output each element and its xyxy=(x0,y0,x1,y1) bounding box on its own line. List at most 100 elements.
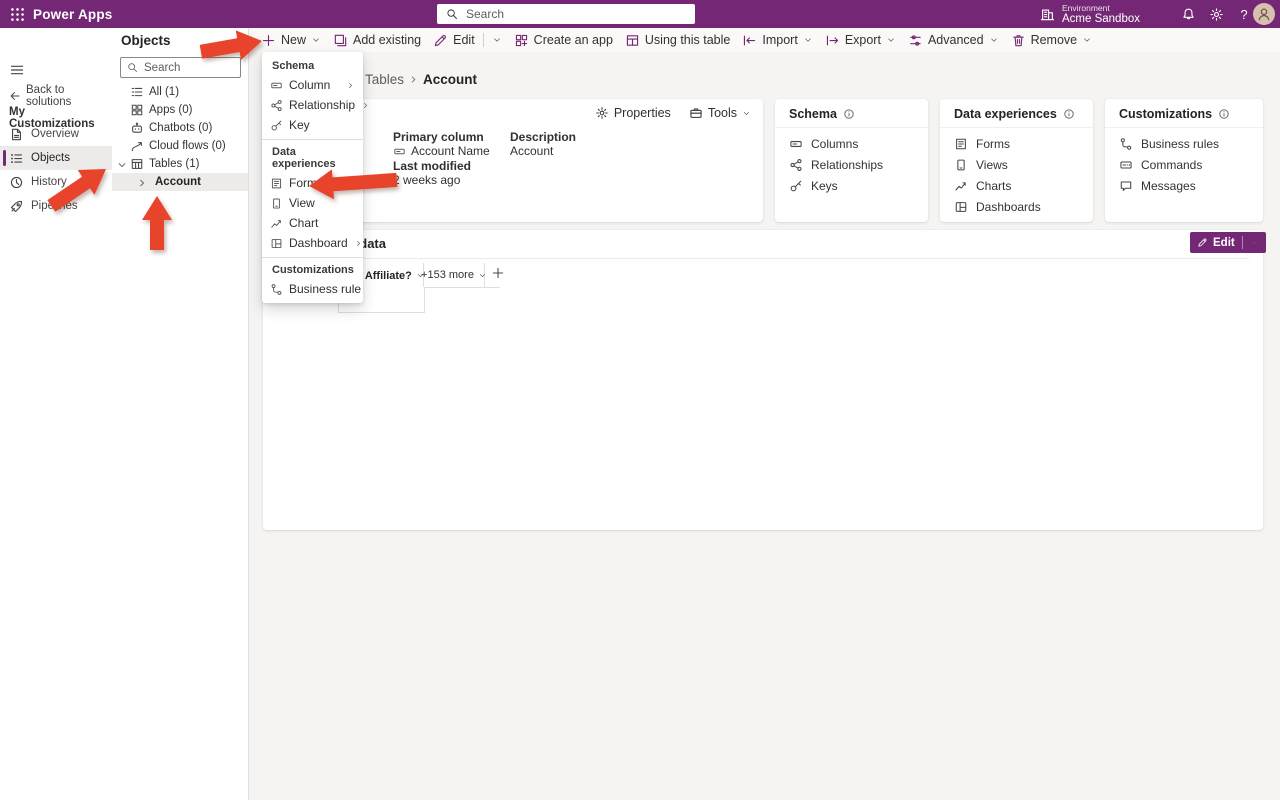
menu-section-data-experiences: Data experiences xyxy=(262,140,363,173)
menu-item-dashboard[interactable]: Dashboard xyxy=(262,233,363,253)
command-import[interactable]: Import xyxy=(737,28,817,52)
dashboard-icon xyxy=(270,237,283,250)
dashboard-icon xyxy=(954,200,968,214)
command-create-an-app[interactable]: Create an app xyxy=(509,28,618,52)
back-to-solutions-link[interactable]: Back to solutions xyxy=(9,84,112,108)
card-link-charts[interactable]: Charts xyxy=(940,175,1093,196)
apps-icon xyxy=(130,103,144,117)
menu-section-customizations: Customizations xyxy=(262,258,363,279)
breadcrumb-tables[interactable]: Tables xyxy=(365,72,404,87)
last-modified-value: 2 weeks ago xyxy=(393,173,460,187)
add-column-button[interactable] xyxy=(491,266,505,285)
tree-item-all[interactable]: All (1) xyxy=(112,83,248,101)
command-edit[interactable]: Edit xyxy=(428,28,507,52)
command-using-this-table[interactable]: Using this table xyxy=(620,28,735,52)
business-rule-icon xyxy=(270,283,283,296)
command-new[interactable]: New xyxy=(256,28,326,52)
card-link-forms[interactable]: Forms xyxy=(940,133,1093,154)
command-bar: New Add existing Edit Create an app Usin… xyxy=(248,28,1280,52)
customizations-card: Customizations Business rulesCommandsMes… xyxy=(1105,99,1263,222)
command-export[interactable]: Export xyxy=(820,28,901,52)
menu-item-key[interactable]: Key xyxy=(262,115,363,135)
notifications-button[interactable] xyxy=(1174,0,1202,28)
menu-item-chart[interactable]: Chart xyxy=(262,213,363,233)
collapse-nav-button[interactable] xyxy=(6,59,28,81)
chart-icon xyxy=(954,179,968,193)
chevron-down-icon xyxy=(478,271,487,280)
columns-and-data-card: Account columns and data Edit Is Affilia… xyxy=(263,230,1263,530)
new-dropdown-menu: Schema Column Relationship Key Data expe… xyxy=(262,52,363,303)
chevron-down-icon xyxy=(492,35,502,45)
create-app-icon xyxy=(514,33,529,48)
card-link-relationships[interactable]: Relationships xyxy=(775,154,928,175)
plus-icon xyxy=(261,33,276,48)
advanced-icon xyxy=(908,33,923,48)
settings-button[interactable] xyxy=(1202,0,1230,28)
edit-icon xyxy=(433,33,448,48)
schema-card: Schema ColumnsRelationshipsKeys xyxy=(775,99,928,222)
tables-icon xyxy=(130,157,144,171)
command-advanced[interactable]: Advanced xyxy=(903,28,1004,52)
card-link-keys[interactable]: Keys xyxy=(775,175,928,196)
card-link-commands[interactable]: Commands xyxy=(1105,154,1263,175)
chevron-right-icon xyxy=(346,179,355,188)
menu-item-column[interactable]: Column xyxy=(262,75,363,95)
more-columns-button[interactable]: +153 more xyxy=(423,263,485,287)
tree-item-account[interactable]: Account xyxy=(112,173,248,191)
info-icon xyxy=(1218,108,1230,120)
tools-button[interactable]: Tools xyxy=(689,106,751,120)
sidebar-item-history[interactable]: History xyxy=(0,170,112,194)
column-icon xyxy=(393,145,406,158)
tree-item-tables[interactable]: Tables (1) xyxy=(112,155,248,173)
divider xyxy=(1242,236,1243,249)
card-link-business-rules[interactable]: Business rules xyxy=(1105,133,1263,154)
tree-item-chatbots[interactable]: Chatbots (0) xyxy=(112,119,248,137)
environment-switcher[interactable]: Environment Acme Sandbox xyxy=(1040,0,1140,28)
selected-indicator xyxy=(3,150,6,166)
card-link-columns[interactable]: Columns xyxy=(775,133,928,154)
environment-icon xyxy=(1040,7,1055,22)
chevron-down-icon xyxy=(116,159,128,171)
description-value: Account xyxy=(510,144,553,158)
avatar[interactable] xyxy=(1253,3,1275,25)
sidebar-item-objects[interactable]: Objects xyxy=(0,146,112,170)
sidebar-item-pipelines[interactable]: Pipelines xyxy=(0,194,112,218)
chevron-down-icon xyxy=(886,35,896,45)
tree-item-cloud-flows[interactable]: Cloud flows (0) xyxy=(112,137,248,155)
waffle-menu-button[interactable] xyxy=(0,0,34,28)
sidebar-item-overview[interactable]: Overview xyxy=(0,122,112,146)
app-title: Power Apps xyxy=(33,0,113,28)
top-search-input[interactable] xyxy=(464,6,695,22)
commands-icon xyxy=(1119,158,1133,172)
gear-icon xyxy=(595,106,609,120)
properties-button[interactable]: Properties xyxy=(595,106,671,120)
relationship-icon xyxy=(789,158,803,172)
menu-item-business-rule[interactable]: Business rule xyxy=(262,279,363,299)
person-icon xyxy=(1256,6,1272,22)
all-icon xyxy=(130,85,144,99)
top-bar: Power Apps Environment Acme Sandbox ? xyxy=(0,0,1280,28)
import-icon xyxy=(742,33,757,48)
menu-item-view[interactable]: View xyxy=(262,193,363,213)
menu-item-form[interactable]: Form xyxy=(262,173,363,193)
card-link-views[interactable]: Views xyxy=(940,154,1093,175)
waffle-icon xyxy=(10,7,25,22)
card-link-messages[interactable]: Messages xyxy=(1105,175,1263,196)
chevron-down-icon xyxy=(1082,35,1092,45)
using-table-icon xyxy=(625,33,640,48)
breadcrumb: Tables Account xyxy=(350,70,477,88)
tree-item-apps[interactable]: Apps (0) xyxy=(112,101,248,119)
top-search[interactable] xyxy=(437,4,695,24)
chart-icon xyxy=(270,217,283,230)
column-icon xyxy=(270,79,283,92)
edit-data-button[interactable]: Edit xyxy=(1190,232,1266,253)
messages-icon xyxy=(1119,179,1133,193)
command-add-existing[interactable]: Add existing xyxy=(328,28,426,52)
card-link-dashboards[interactable]: Dashboards xyxy=(940,196,1093,217)
objects-icon xyxy=(9,151,24,166)
data-experiences-card: Data experiences FormsViewsChartsDashboa… xyxy=(940,99,1093,222)
menu-item-relationship[interactable]: Relationship xyxy=(262,95,363,115)
card-title: Customizations xyxy=(1119,107,1212,121)
command-remove[interactable]: Remove xyxy=(1006,28,1098,52)
last-modified-label: Last modified xyxy=(393,159,471,173)
